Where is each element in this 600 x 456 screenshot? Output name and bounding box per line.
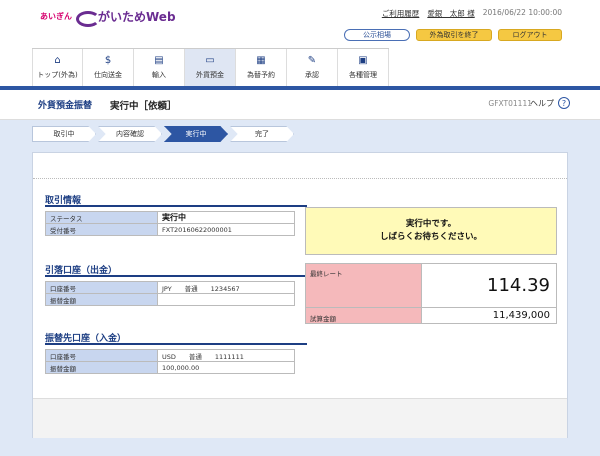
rate-table: 最終レート 114.39 試算金額 11,439,000	[305, 263, 557, 324]
credit-account-number: USD 普通 1111111	[157, 349, 295, 362]
table-row: 口座番号 USD 普通 1111111	[45, 349, 295, 362]
table-row: 口座番号 JPY 普通 1234567	[45, 281, 295, 294]
step-1: 取引中	[32, 126, 96, 142]
transaction-info-section: 取引情報 ステータス 実行中 受付番号 FXT20160622000001	[45, 193, 307, 236]
nav-label: 仕向送金	[94, 71, 122, 79]
table-row: 試算金額 11,439,000	[305, 307, 557, 324]
panel-top-band	[33, 153, 567, 179]
screen-code: GFXT01111	[488, 99, 532, 108]
logo[interactable]: あいぎん がいためWeb	[40, 8, 176, 27]
page-title: 実行中［依頼］	[110, 101, 177, 112]
debit-amount	[157, 293, 295, 306]
debit-account-number: JPY 普通 1234567	[157, 281, 295, 294]
section-heading: 引落口座（出金）	[45, 263, 307, 277]
message-line-2: しばらくお待ちください。	[379, 232, 482, 242]
nav-label: トップ(外為)	[37, 71, 78, 79]
app-name: がいためWeb	[98, 9, 176, 24]
calc-amount-value: 11,439,000	[421, 307, 557, 324]
help-link[interactable]: ヘルプ ?	[530, 97, 570, 109]
logout-button[interactable]: ログアウト	[498, 29, 562, 41]
table-row: 最終レート 114.39	[305, 263, 557, 308]
panel-bottom-band	[33, 398, 567, 438]
table-row: ステータス 実行中	[45, 211, 295, 224]
final-rate-label: 最終レート	[305, 263, 422, 308]
status-value: 実行中	[157, 211, 295, 224]
remittance-icon: $	[104, 55, 112, 66]
nav-label: 外貨預金	[196, 71, 224, 79]
nav-item-forward[interactable]: ▦ 為替予約	[236, 49, 287, 87]
row-label: 振替金額	[45, 293, 158, 306]
home-icon: ⌂	[54, 55, 61, 66]
credit-account-section: 振替先口座（入金） 口座番号 USD 普通 1111111 振替金額 100,0…	[45, 331, 307, 374]
forward-icon: ▦	[256, 55, 266, 66]
final-rate-value: 114.39	[421, 263, 557, 308]
row-label: ステータス	[45, 211, 158, 224]
row-label: 受付番号	[45, 223, 158, 236]
main-nav: ⌂ トップ(外為) $ 仕向送金 ▤ 輸入 ▭ 外貨預金 ▦ 為替予約 ✎ 承認…	[32, 48, 389, 87]
step-2: 内容確認	[98, 126, 162, 142]
nav-label: 承認	[305, 71, 319, 79]
help-label: ヘルプ	[530, 98, 554, 108]
footer-band	[0, 446, 600, 456]
row-label: 口座番号	[45, 281, 158, 294]
table-row: 受付番号 FXT20160622000001	[45, 223, 295, 236]
approval-icon: ✎	[307, 55, 317, 66]
credit-table: 口座番号 USD 普通 1111111 振替金額 100,000.00	[45, 349, 295, 374]
app-header: あいぎん がいためWeb ご利用履歴 愛銀 太郎 様 2016/06/22 10…	[0, 0, 600, 50]
history-link[interactable]: ご利用履歴	[382, 8, 420, 19]
user-name[interactable]: 愛銀 太郎 様	[427, 8, 474, 19]
rates-button[interactable]: 公示相場	[344, 29, 410, 41]
nav-item-remittance[interactable]: $ 仕向送金	[83, 49, 134, 87]
main-panel: 取引情報 ステータス 実行中 受付番号 FXT20160622000001 引落…	[32, 152, 568, 438]
message-line-1: 実行中です。	[405, 219, 457, 229]
page-section: 外貨預金振替	[38, 101, 93, 111]
row-label: 振替金額	[45, 361, 158, 374]
logo-mark-icon	[76, 9, 100, 27]
nav-item-approval[interactable]: ✎ 承認	[287, 49, 338, 87]
section-heading: 取引情報	[45, 193, 307, 207]
section-heading: 振替先口座（入金）	[45, 331, 307, 345]
bank-name: あいぎん	[40, 11, 72, 21]
step-4: 完了	[230, 126, 294, 142]
nav-label: 為替予約	[247, 71, 275, 79]
table-row: 振替金額 100,000.00	[45, 361, 295, 374]
nav-item-top[interactable]: ⌂ トップ(外為)	[32, 49, 83, 87]
header-buttons: 公示相場 外為取引を終了 ログアウト	[344, 29, 562, 41]
credit-amount: 100,000.00	[157, 361, 295, 374]
import-icon: ▤	[154, 55, 164, 66]
nav-item-import[interactable]: ▤ 輸入	[134, 49, 185, 87]
login-datetime: 2016/06/22 10:00:00	[482, 8, 562, 17]
nav-label: 輸入	[152, 71, 166, 79]
table-row: 振替金額	[45, 293, 295, 306]
transaction-table: ステータス 実行中 受付番号 FXT20160622000001	[45, 211, 295, 236]
exit-fx-button[interactable]: 外為取引を終了	[416, 29, 492, 41]
nav-item-deposit[interactable]: ▭ 外貨預金	[185, 49, 236, 87]
processing-message: 実行中です。 しばらくお待ちください。	[305, 207, 557, 255]
progress-steps: 取引中 内容確認 実行中 完了	[32, 126, 296, 142]
header-links: ご利用履歴 愛銀 太郎 様 2016/06/22 10:00:00	[382, 8, 562, 19]
debit-account-section: 引落口座（出金） 口座番号 JPY 普通 1234567 振替金額	[45, 263, 307, 306]
management-icon: ▣	[358, 55, 368, 66]
receipt-number: FXT20160622000001	[157, 223, 295, 236]
debit-table: 口座番号 JPY 普通 1234567 振替金額	[45, 281, 295, 306]
calc-amount-label: 試算金額	[305, 307, 422, 324]
row-label: 口座番号	[45, 349, 158, 362]
deposit-icon: ▭	[205, 55, 215, 66]
help-icon: ?	[558, 97, 570, 109]
nav-item-management[interactable]: ▣ 各種管理	[338, 49, 389, 87]
title-bar: 外貨預金振替 実行中［依頼］ GFXT01111 ヘルプ ?	[0, 90, 600, 120]
nav-label: 各種管理	[349, 71, 377, 79]
step-3-current: 実行中	[164, 126, 228, 142]
